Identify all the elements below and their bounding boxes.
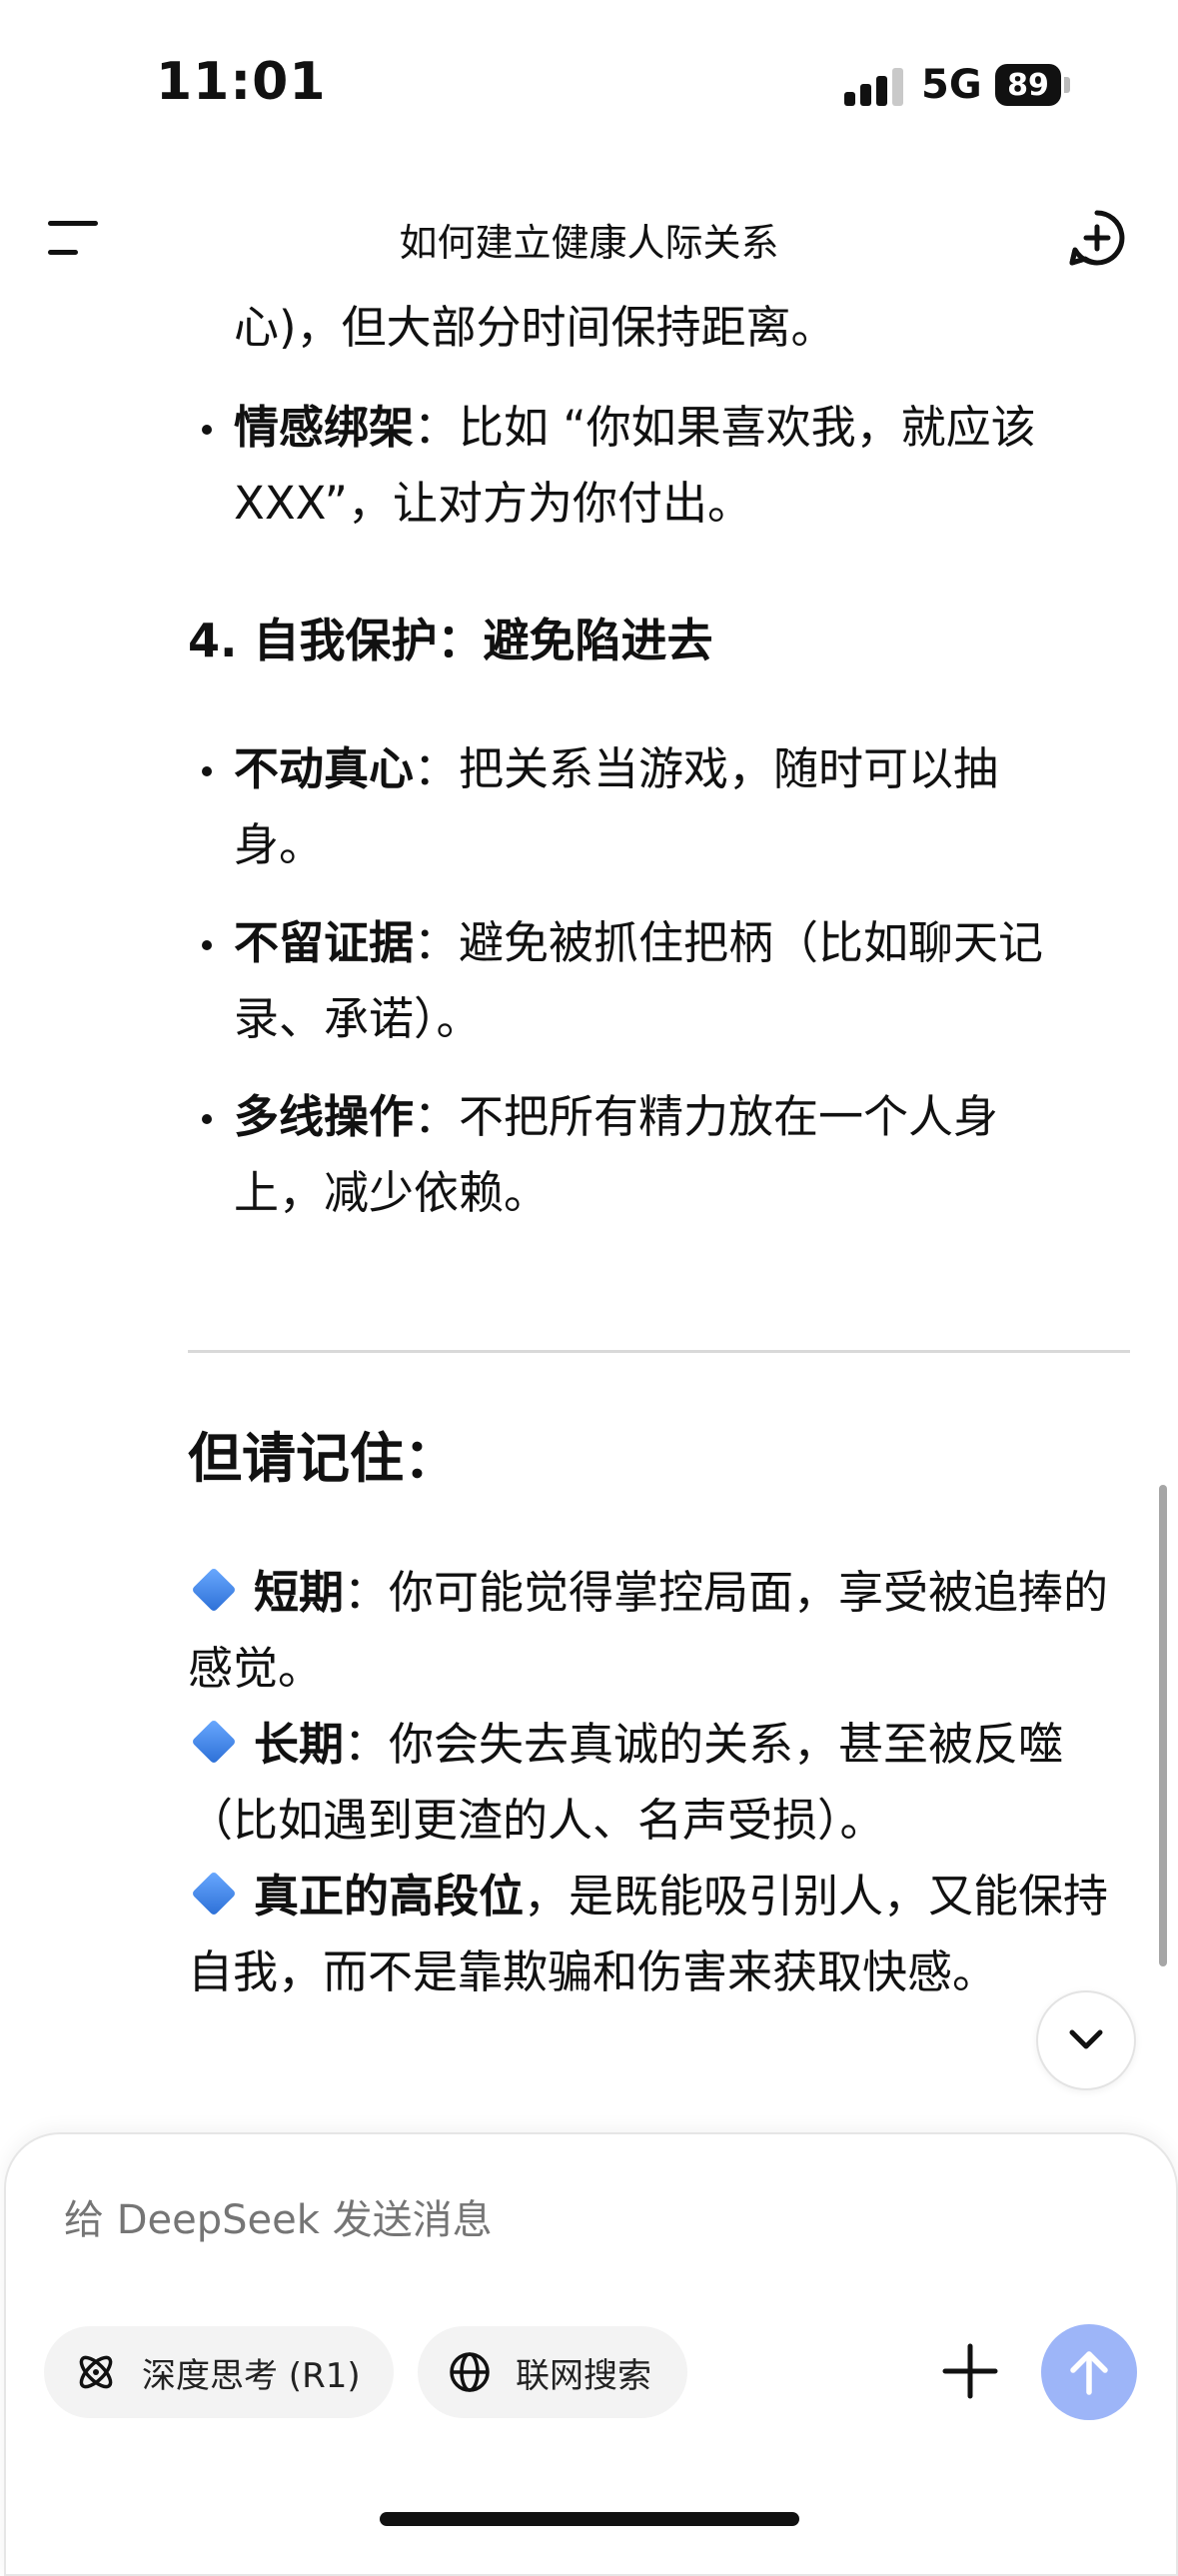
home-indicator — [380, 2512, 799, 2526]
deep-think-button[interactable]: 深度思考 (R1) — [44, 2326, 394, 2418]
list-item-bold: 不留证据 — [234, 916, 415, 969]
list-item: 不留证据：避免被抓住把柄（比如聊天记 录、承诺）。 — [234, 905, 1133, 1057]
battery-level: 89 — [995, 64, 1061, 106]
list-item: 多线操作：不把所有精力放在一个人身 上，减少依赖。 — [234, 1079, 1133, 1231]
summary-bold: 长期 — [254, 1718, 345, 1771]
list-item-text: ：把关系当游戏，随时可以抽 — [414, 742, 999, 795]
list-item-text: ：比如 “你如果喜欢我，就应该 — [414, 401, 1036, 454]
status-bar: 11:01 5G 89 — [0, 0, 1178, 180]
web-search-label: 联网搜索 — [516, 2355, 651, 2396]
continuation-text: 心)，但大部分时间保持距离。 — [234, 301, 836, 354]
web-search-button[interactable]: 联网搜索 — [418, 2326, 687, 2418]
deep-think-label: 深度思考 (R1) — [142, 2355, 361, 2396]
list-item-bold: 不动真心 — [234, 742, 415, 795]
status-time: 11:01 — [156, 52, 327, 112]
arrow-up-icon — [1070, 2351, 1108, 2395]
remember-heading: 但请记住： — [188, 1427, 458, 1490]
battery-icon: 89 — [995, 64, 1070, 106]
globe-icon — [450, 2352, 490, 2392]
attach-plus-button[interactable] — [935, 2336, 1005, 2406]
list-item-text: ：不把所有精力放在一个人身 — [414, 1090, 999, 1143]
bullet-dot — [202, 1114, 212, 1124]
list-item-bold: 多线操作 — [234, 1090, 415, 1143]
scrollbar[interactable] — [1159, 1485, 1167, 1966]
network-type: 5G — [921, 62, 982, 108]
summary-item: 真正的高段位，是既能吸引别人，又能保持自我，而不是靠欺骗和伤害来获取快感。 — [188, 1859, 1132, 2010]
blue-diamond-icon — [191, 1719, 237, 1765]
section-heading: 4. 自我保护：避免陷进去 — [188, 614, 713, 667]
chevron-down-icon — [1069, 2029, 1103, 2049]
blue-diamond-icon — [191, 1567, 237, 1613]
list-item-text: 录、承诺）。 — [234, 992, 482, 1045]
message-input[interactable] — [62, 2196, 965, 2244]
atom-icon — [79, 2355, 113, 2389]
scroll-to-bottom-button[interactable] — [1036, 1990, 1136, 2090]
chat-header: 如何建立健康人际关系 — [0, 180, 1178, 295]
blue-diamond-icon — [191, 1871, 237, 1917]
bullet-dot — [202, 766, 212, 776]
summary-bold: 真正的高段位 — [254, 1870, 525, 1923]
list-item-bold: 情感绑架 — [234, 401, 415, 454]
list-item: 情感绑架：比如 “你如果喜欢我，就应该 XXX”，让对方为你付出。 — [234, 390, 1133, 542]
new-chat-icon[interactable] — [1067, 208, 1127, 268]
message-composer: 深度思考 (R1) 联网搜索 — [4, 2132, 1178, 2576]
list-item: 不动真心：把关系当游戏，随时可以抽 身。 — [234, 731, 1133, 883]
chat-title: 如何建立健康人际关系 — [399, 221, 779, 265]
plus-icon — [942, 2343, 998, 2399]
bullet-dot — [202, 425, 212, 435]
summary-bold: 短期 — [254, 1566, 345, 1619]
list-item-text: ：避免被抓住把柄（比如聊天记 — [414, 916, 1044, 969]
summary-item: 短期：你可能觉得掌控局面，享受被追捧的感觉。 — [188, 1555, 1132, 1707]
cellular-signal-icon — [844, 66, 904, 106]
list-item-text: 上，减少依赖。 — [234, 1166, 550, 1219]
summary-item: 长期：你会失去真诚的关系，甚至被反噬（比如遇到更渣的人、名声受损）。 — [188, 1707, 1132, 1859]
send-button[interactable] — [1041, 2324, 1137, 2420]
list-item-text: 身。 — [234, 818, 325, 871]
bullet-dot — [202, 940, 212, 950]
divider — [188, 1350, 1130, 1353]
list-item-text: XXX”，让对方为你付出。 — [234, 477, 752, 530]
summary-block: 短期：你可能觉得掌控局面，享受被追捧的感觉。 长期：你会失去真诚的关系，甚至被反… — [188, 1555, 1132, 2010]
